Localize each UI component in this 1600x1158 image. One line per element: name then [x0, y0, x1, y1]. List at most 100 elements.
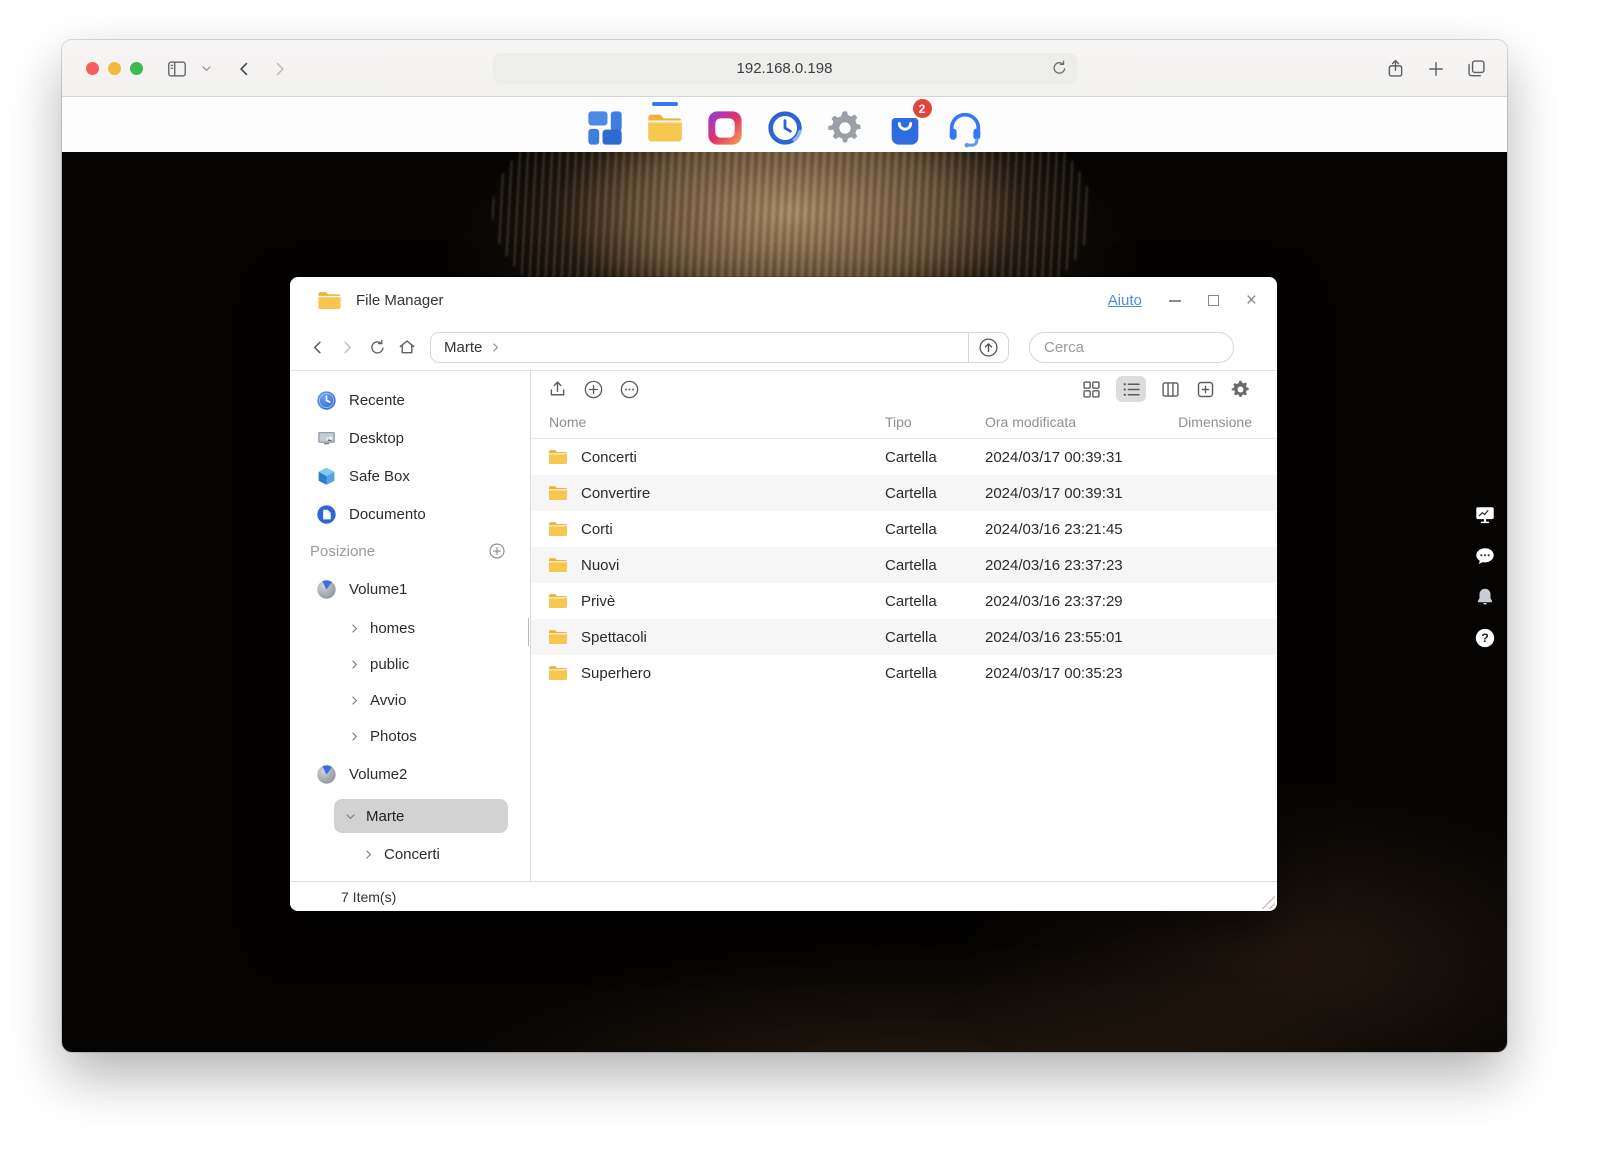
back-icon[interactable]	[234, 59, 254, 79]
chevron-right-icon[interactable]	[348, 694, 361, 707]
fm-refresh-button[interactable]	[362, 338, 392, 357]
notifications-bell-icon[interactable]	[1474, 586, 1496, 608]
chevron-right-icon[interactable]	[362, 848, 375, 861]
list-view-button[interactable]	[1116, 376, 1146, 402]
column-header-tipo[interactable]: Tipo	[885, 414, 912, 430]
file-type: Cartella	[885, 484, 937, 502]
sidebar-item-safe-box[interactable]: Safe Box	[290, 457, 530, 495]
sidebar-item-homes[interactable]: homes	[290, 610, 530, 646]
fm-file-area: Nome Tipo Ora modificata Dimensione Conc…	[531, 371, 1277, 881]
section-label: Posizione	[310, 542, 376, 560]
table-row[interactable]: Convertire Cartella 2024/03/17 00:39:31	[531, 475, 1277, 511]
forward-icon[interactable]	[270, 59, 290, 79]
table-row[interactable]: Privè Cartella 2024/03/16 23:37:29	[531, 583, 1277, 619]
chevron-down-icon[interactable]	[344, 810, 357, 823]
add-location-icon[interactable]	[488, 542, 506, 560]
table-row[interactable]: Nuovi Cartella 2024/03/16 23:37:23	[531, 547, 1277, 583]
sidebar-item-avvio[interactable]: Avvio	[290, 682, 530, 718]
sidebar-item-documento[interactable]: Documento	[290, 495, 530, 533]
sidebar-item-volume2[interactable]: Volume2	[290, 754, 530, 795]
sidebar-item-recente[interactable]: Recente	[290, 381, 530, 419]
address-bar[interactable]: 192.168.0.198	[492, 53, 1077, 84]
view-settings-button[interactable]	[1230, 379, 1251, 400]
photo-gallery-icon	[705, 108, 745, 148]
files-toolbar-left	[547, 379, 640, 400]
upload-button[interactable]	[547, 379, 568, 400]
reload-icon[interactable]	[1050, 59, 1068, 77]
sidebar-toggle-icon[interactable]	[166, 58, 188, 80]
folder-icon	[547, 518, 569, 540]
grid-view-icon	[1081, 379, 1102, 400]
grid-view-button[interactable]	[1081, 379, 1102, 400]
close-window-button[interactable]	[86, 62, 99, 75]
backup-clock-icon	[765, 108, 805, 148]
volume-pie-icon	[316, 579, 337, 600]
chevron-right-icon[interactable]	[348, 658, 361, 671]
sidebar-item-public[interactable]: public	[290, 646, 530, 682]
dock-file-manager[interactable]	[645, 98, 685, 148]
column-view-button[interactable]	[1160, 379, 1181, 400]
dock-photo-gallery[interactable]	[705, 98, 745, 148]
fm-minimize-button[interactable]	[1168, 299, 1181, 302]
system-monitor-icon[interactable]	[1474, 504, 1496, 526]
file-modified: 2024/03/16 23:37:23	[985, 556, 1123, 574]
fm-back-button[interactable]	[302, 338, 332, 357]
go-up-button[interactable]	[968, 332, 1008, 362]
headset-icon	[945, 108, 985, 148]
fm-maximize-button[interactable]	[1207, 295, 1219, 306]
sidebar-item-volume1[interactable]: Volume1	[290, 569, 530, 610]
table-row[interactable]: Corti Cartella 2024/03/16 23:21:45	[531, 511, 1277, 547]
new-item-button[interactable]	[583, 379, 604, 400]
sidebar-label: Avvio	[370, 691, 407, 709]
column-header-ora-modificata[interactable]: Ora modificata	[985, 414, 1076, 430]
share-icon[interactable]	[1385, 58, 1406, 79]
new-window-button[interactable]	[1195, 379, 1216, 400]
dock-support[interactable]	[945, 98, 985, 148]
column-header-dimensione[interactable]: Dimensione	[1178, 414, 1252, 430]
minimize-window-button[interactable]	[108, 62, 121, 75]
fm-home-button[interactable]	[392, 337, 422, 357]
clock-icon	[316, 390, 337, 411]
table-row[interactable]: Concerti Cartella 2024/03/17 00:39:31	[531, 439, 1277, 475]
app-overview-icon	[585, 108, 625, 148]
sidebar-label: Marte	[366, 807, 405, 825]
active-app-indicator	[651, 102, 678, 106]
dock-app-central[interactable]: 2	[885, 98, 932, 148]
fm-close-button[interactable]: ×	[1246, 291, 1257, 310]
dock-settings[interactable]	[825, 98, 865, 148]
sidebar-item-marte-selected[interactable]: Marte	[334, 799, 508, 833]
browser-right-controls	[1385, 40, 1487, 97]
search-input[interactable]	[1044, 338, 1243, 356]
fm-body: Recente Desktop Safe Box Documento Posiz…	[290, 370, 1277, 881]
sidebar-label: Desktop	[349, 429, 405, 447]
chevron-right-icon[interactable]	[348, 730, 361, 743]
sidebar-item-concerti[interactable]: Concerti	[290, 835, 530, 873]
chevron-down-icon[interactable]	[200, 62, 213, 75]
zoom-window-button[interactable]	[130, 62, 143, 75]
file-name: Corti	[581, 520, 613, 538]
fm-window-controls: Aiuto ×	[1108, 291, 1257, 310]
file-name: Nuovi	[581, 556, 620, 574]
sidebar-item-photos[interactable]: Photos	[290, 718, 530, 754]
table-row[interactable]: Spettacoli Cartella 2024/03/16 23:55:01	[531, 619, 1277, 655]
dock-app-overview[interactable]	[585, 98, 625, 148]
file-type: Cartella	[885, 448, 937, 466]
breadcrumb-current[interactable]: Marte	[444, 339, 482, 356]
chat-icon[interactable]	[1474, 545, 1496, 567]
dock-backup[interactable]	[765, 98, 805, 148]
help-icon[interactable]	[1474, 627, 1496, 649]
adm-taskbar: 2	[62, 97, 1507, 151]
new-tab-icon[interactable]	[1426, 59, 1446, 79]
column-header-nome[interactable]: Nome	[549, 414, 586, 430]
breadcrumb[interactable]: Marte	[431, 333, 968, 362]
file-name: Convertire	[581, 484, 651, 502]
more-actions-button[interactable]	[619, 379, 640, 400]
fm-forward-button[interactable]	[332, 338, 362, 357]
sidebar-item-desktop[interactable]: Desktop	[290, 419, 530, 457]
tab-overview-icon[interactable]	[1466, 58, 1487, 79]
folder-icon	[547, 446, 569, 468]
forward-icon	[338, 338, 357, 357]
chevron-right-icon[interactable]	[348, 622, 361, 635]
help-link[interactable]: Aiuto	[1108, 292, 1142, 309]
table-row[interactable]: Superhero Cartella 2024/03/17 00:35:23	[531, 655, 1277, 691]
